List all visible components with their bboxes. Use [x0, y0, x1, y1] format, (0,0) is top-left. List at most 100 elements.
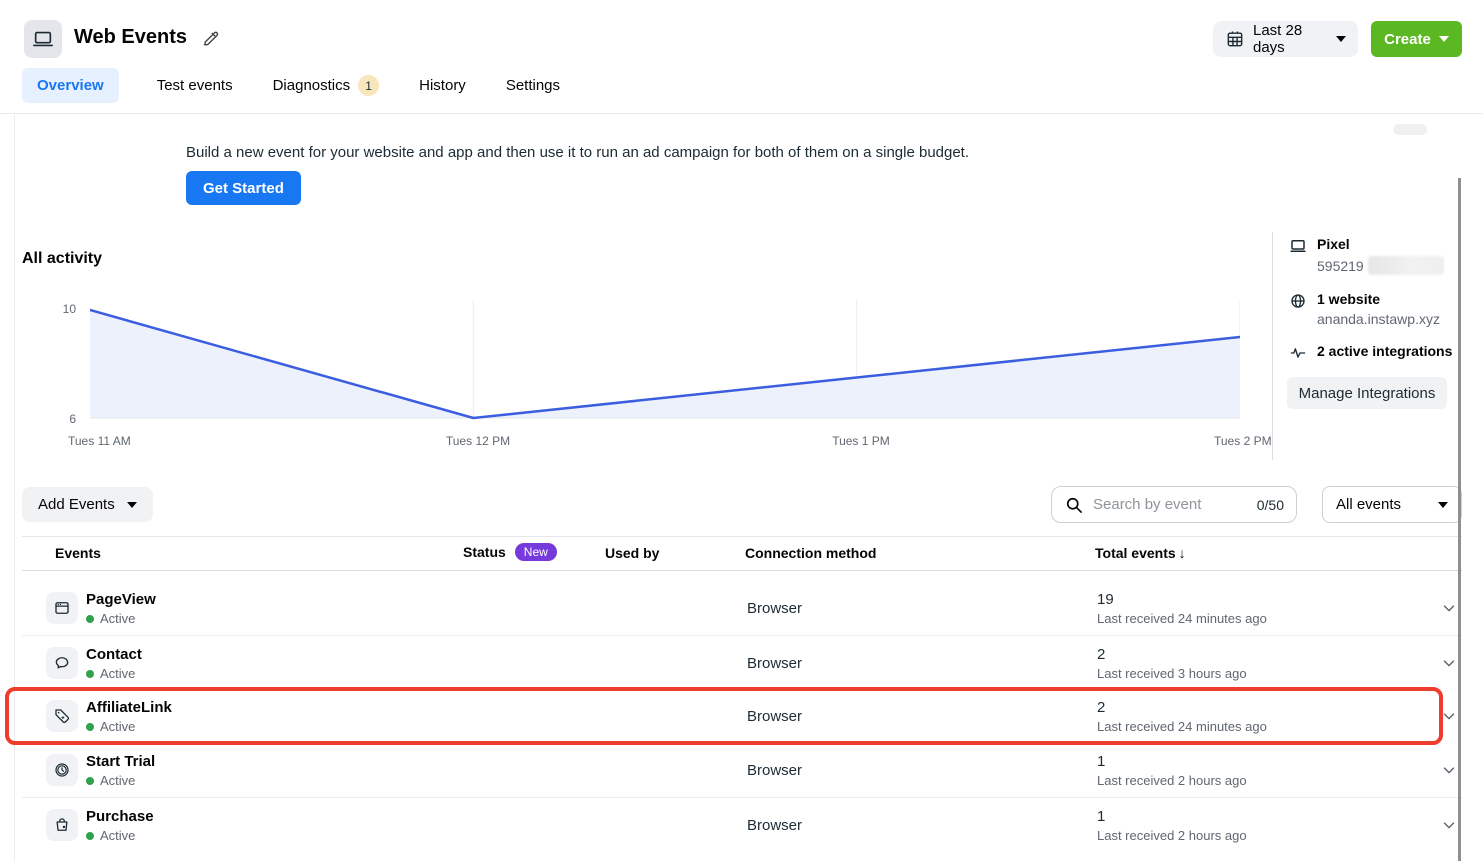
- add-events-button[interactable]: Add Events: [22, 487, 153, 522]
- connection-method: Browser: [747, 817, 802, 834]
- edit-pencil-icon[interactable]: [201, 28, 221, 48]
- diagnostics-count-badge: 1: [358, 75, 379, 96]
- last-received: Last received 3 hours ago: [1097, 666, 1247, 681]
- event-filter-dropdown[interactable]: All events: [1322, 486, 1462, 523]
- x-axis-tick: Tues 12 PM: [438, 434, 518, 448]
- chart-area-fill: [90, 310, 1240, 418]
- total-events-value: 19: [1097, 591, 1114, 608]
- divider: [1272, 232, 1273, 460]
- connection-method: Browser: [747, 600, 802, 617]
- sort-descending-icon: ↓: [1179, 545, 1186, 561]
- search-char-counter: 0/50: [1257, 497, 1284, 513]
- search-icon: [1064, 495, 1084, 515]
- column-header-used-by[interactable]: Used by: [605, 545, 659, 561]
- active-dot: [86, 615, 94, 623]
- website-count-label: 1 website: [1317, 291, 1440, 307]
- clock-icon: [46, 754, 78, 786]
- laptop-icon: [1288, 236, 1308, 275]
- scroll-blob: [1393, 124, 1427, 135]
- integrations-label: 2 active integrations: [1317, 343, 1452, 362]
- event-name[interactable]: AffiliateLink: [86, 699, 172, 716]
- event-name[interactable]: Purchase: [86, 808, 154, 825]
- get-started-button[interactable]: Get Started: [186, 171, 301, 205]
- table-row[interactable]: AffiliateLink Active Browser 2 Last rece…: [22, 689, 1462, 743]
- table-row[interactable]: PageView Active Browser 19 Last received…: [22, 581, 1462, 635]
- event-status: Active: [86, 828, 135, 843]
- active-dot: [86, 832, 94, 840]
- chat-bubble-icon: [46, 647, 78, 679]
- divider: [0, 113, 1483, 114]
- pixel-id: 595219: [1317, 258, 1364, 274]
- last-received: Last received 2 hours ago: [1097, 828, 1247, 843]
- event-status: Active: [86, 611, 135, 626]
- website-url: ananda.instawp.xyz: [1317, 311, 1440, 327]
- active-dot: [86, 777, 94, 785]
- divider: [14, 115, 15, 861]
- create-button[interactable]: Create: [1371, 21, 1462, 57]
- chevron-down-icon[interactable]: [1440, 761, 1458, 779]
- chart-title: All activity: [22, 250, 102, 268]
- total-events-value: 2: [1097, 699, 1105, 716]
- chevron-down-icon[interactable]: [1440, 654, 1458, 672]
- pixel-label: Pixel: [1317, 236, 1444, 252]
- page-title: Web Events: [74, 26, 187, 49]
- banner-text: Build a new event for your website and a…: [186, 144, 969, 161]
- column-header-total-events[interactable]: Total events ↓: [1095, 545, 1186, 561]
- tab-overview[interactable]: Overview: [22, 68, 119, 103]
- table-row[interactable]: Start Trial Active Browser 1 Last receiv…: [22, 743, 1462, 797]
- chevron-down-icon[interactable]: [1440, 599, 1458, 617]
- new-badge: New: [515, 543, 557, 561]
- event-name[interactable]: Start Trial: [86, 753, 155, 770]
- divider: [22, 570, 1462, 571]
- event-name[interactable]: Contact: [86, 646, 142, 663]
- tab-diagnostics[interactable]: Diagnostics 1: [271, 66, 382, 105]
- tab-test-events[interactable]: Test events: [155, 68, 235, 103]
- total-events-value: 2: [1097, 646, 1105, 663]
- total-events-value: 1: [1097, 753, 1105, 770]
- table-row[interactable]: Contact Active Browser 2 Last received 3…: [22, 635, 1462, 689]
- column-header-connection-method[interactable]: Connection method: [745, 545, 876, 561]
- bag-icon: [46, 809, 78, 841]
- active-dot: [86, 670, 94, 678]
- laptop-icon: [24, 20, 62, 58]
- event-status: Active: [86, 719, 135, 734]
- last-received: Last received 2 hours ago: [1097, 773, 1247, 788]
- chevron-down-icon[interactable]: [1440, 707, 1458, 725]
- connection-method: Browser: [747, 655, 802, 672]
- event-status: Active: [86, 666, 135, 681]
- date-range-button[interactable]: Last 28 days: [1213, 21, 1358, 57]
- chevron-down-icon: [127, 502, 137, 508]
- total-events-value: 1: [1097, 808, 1105, 825]
- vertical-scrollbar[interactable]: [1458, 178, 1461, 861]
- chevron-down-icon: [1438, 502, 1448, 508]
- chevron-down-icon[interactable]: [1440, 816, 1458, 834]
- table-row[interactable]: Purchase Active Browser 1 Last received …: [22, 797, 1462, 851]
- x-axis-tick: Tues 2 PM: [1214, 434, 1272, 448]
- date-range-label: Last 28 days: [1253, 22, 1328, 56]
- create-label: Create: [1384, 31, 1431, 48]
- chevron-down-icon: [1439, 36, 1449, 42]
- event-status: Active: [86, 773, 135, 788]
- redacted-pixel-id: [1368, 256, 1444, 275]
- x-axis-tick: Tues 11 AM: [68, 434, 131, 448]
- add-events-label: Add Events: [38, 496, 115, 513]
- y-axis-tick: 10: [40, 302, 76, 316]
- column-header-status[interactable]: Status New: [463, 543, 557, 561]
- x-axis-tick: Tues 1 PM: [826, 434, 896, 448]
- pulse-icon: [1288, 343, 1308, 362]
- event-search[interactable]: 0/50: [1051, 486, 1297, 523]
- tab-settings[interactable]: Settings: [504, 68, 562, 103]
- manage-integrations-button[interactable]: Manage Integrations: [1287, 377, 1447, 409]
- divider: [22, 536, 1462, 537]
- connection-method: Browser: [747, 762, 802, 779]
- tab-history[interactable]: History: [417, 68, 468, 103]
- last-received: Last received 24 minutes ago: [1097, 719, 1267, 734]
- tab-bar: Overview Test events Diagnostics 1 Histo…: [22, 66, 562, 105]
- activity-chart: [90, 300, 1240, 422]
- column-header-events[interactable]: Events: [55, 545, 101, 561]
- calendar-icon: [1225, 29, 1245, 49]
- globe-icon: [1288, 291, 1308, 327]
- last-received: Last received 24 minutes ago: [1097, 611, 1267, 626]
- search-input[interactable]: [1093, 496, 1248, 513]
- event-name[interactable]: PageView: [86, 591, 156, 608]
